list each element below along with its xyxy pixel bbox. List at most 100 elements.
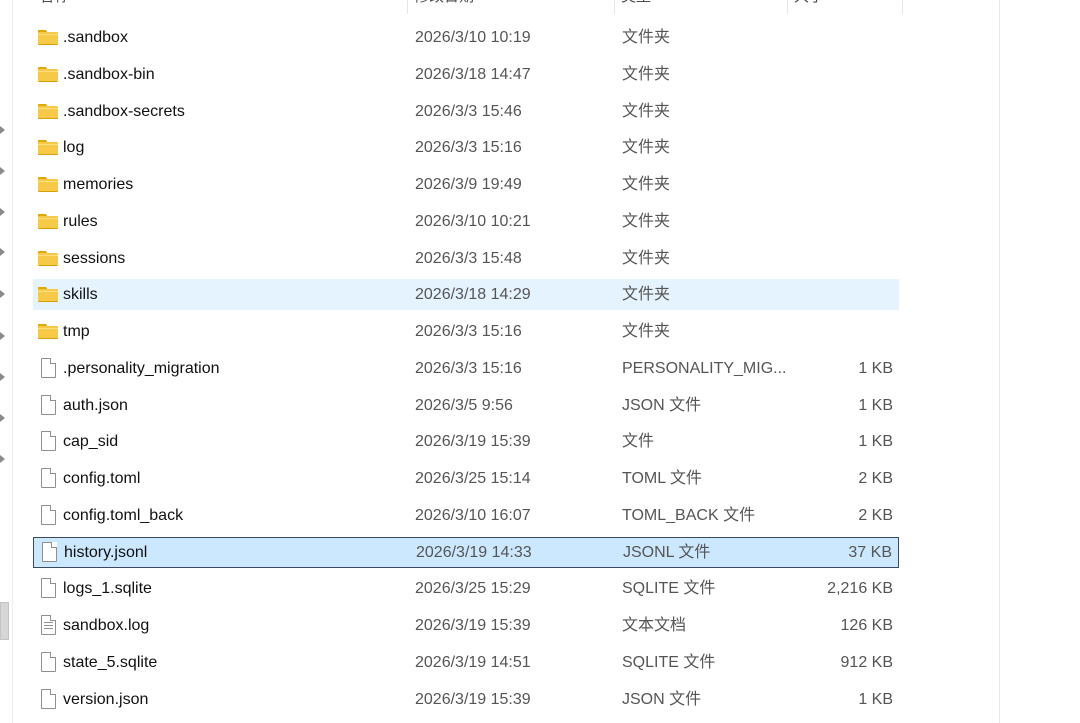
item-name: cap_sid: [63, 433, 119, 450]
item-size: 912 KB: [840, 654, 893, 671]
item-name: state_5.sqlite: [63, 654, 158, 671]
file-row[interactable]: cap_sid 2026/3/19 15:39 文件 1 KB: [33, 426, 899, 457]
file-icon: [38, 684, 60, 715]
item-name: sessions: [63, 250, 126, 267]
file-row[interactable]: state_5.sqlite 2026/3/19 14:51 SQLITE 文件 91…: [33, 647, 899, 678]
chevron-right-icon[interactable]: [0, 208, 5, 216]
folder-row[interactable]: memories 2026/3/9 19:49 文件夹: [33, 169, 899, 200]
folder-icon: [38, 59, 60, 90]
folder-icon: [38, 279, 60, 310]
item-modified-date: 2026/3/3 15:16: [415, 139, 522, 156]
item-modified-date: 2026/3/3 15:16: [415, 360, 522, 377]
file-icon: [38, 463, 60, 494]
item-modified-date: 2026/3/10 10:19: [415, 29, 531, 46]
file-icon: [39, 537, 61, 568]
chevron-right-icon[interactable]: [0, 373, 5, 381]
chevron-right-icon[interactable]: [0, 167, 5, 175]
folder-row[interactable]: tmp 2026/3/3 15:16 文件夹: [33, 316, 899, 347]
folder-icon: [38, 132, 60, 163]
item-type: 文件: [622, 433, 655, 450]
column-divider[interactable]: [902, 0, 903, 14]
item-size: 2 KB: [858, 470, 893, 487]
item-type: SQLITE 文件: [622, 654, 716, 671]
folder-icon: [38, 22, 60, 53]
folder-row[interactable]: .sandbox-bin 2026/3/18 14:47 文件夹: [33, 59, 899, 90]
file-row[interactable]: .personality_migration 2026/3/3 15:16 PERS…: [33, 353, 899, 384]
item-modified-date: 2026/3/19 14:51: [415, 654, 531, 671]
item-size: 1 KB: [858, 397, 893, 414]
item-type: 文件夹: [622, 213, 671, 230]
item-name: .sandbox-bin: [63, 66, 155, 83]
item-modified-date: 2026/3/19 15:39: [415, 617, 531, 634]
item-type: TOML 文件: [622, 470, 703, 487]
folder-icon: [38, 206, 60, 237]
nav-scrollbar-thumb[interactable]: [0, 602, 9, 640]
item-modified-date: 2026/3/5 9:56: [415, 397, 513, 414]
chevron-right-icon[interactable]: [0, 248, 5, 256]
item-name: memories: [63, 176, 134, 193]
file-row[interactable]: version.json 2026/3/19 15:39 JSON 文件 1 KB: [33, 684, 899, 715]
file-icon: [38, 500, 60, 531]
item-name: logs_1.sqlite: [63, 580, 152, 597]
folder-icon: [38, 96, 60, 127]
item-modified-date: 2026/3/18 14:29: [415, 286, 531, 303]
folder-row[interactable]: sessions 2026/3/3 15:48 文件夹: [33, 243, 899, 274]
item-modified-date: 2026/3/3 15:48: [415, 250, 522, 267]
item-modified-date: 2026/3/10 10:21: [415, 213, 531, 230]
item-name: .sandbox: [63, 29, 128, 46]
item-type: 文本文档: [622, 617, 687, 634]
item-name: config.toml_back: [63, 507, 184, 524]
column-size-header[interactable]: 大小: [788, 0, 902, 14]
folder-row[interactable]: rules 2026/3/10 10:21 文件夹: [33, 206, 899, 237]
item-modified-date: 2026/3/3 15:46: [415, 103, 522, 120]
item-type: 文件夹: [622, 66, 671, 83]
folder-icon: [38, 316, 60, 347]
item-name: rules: [63, 213, 98, 230]
folder-row[interactable]: .sandbox 2026/3/10 10:19 文件夹: [33, 22, 899, 53]
column-date-header[interactable]: 修改日期: [408, 0, 614, 14]
item-modified-date: 2026/3/10 16:07: [415, 507, 531, 524]
file-icon: [38, 573, 60, 604]
folder-row[interactable]: log 2026/3/3 15:16 文件夹: [33, 132, 899, 163]
item-name: version.json: [63, 691, 149, 708]
item-size: 1 KB: [858, 360, 893, 377]
item-size: 126 KB: [840, 617, 893, 634]
item-type: PERSONALITY_MIG...: [622, 360, 787, 377]
item-type: 文件夹: [622, 29, 671, 46]
item-type: 文件夹: [622, 139, 671, 156]
item-type: JSON 文件: [622, 691, 702, 708]
item-size: 2,216 KB: [827, 580, 893, 597]
item-size: 2 KB: [858, 507, 893, 524]
chevron-right-icon[interactable]: [0, 455, 5, 463]
file-row[interactable]: sandbox.log 2026/3/19 15:39 文本文档 126 KB: [33, 610, 899, 641]
file-row[interactable]: config.toml_back 2026/3/10 16:07 TOML_BACK…: [33, 500, 899, 531]
chevron-right-icon[interactable]: [0, 126, 5, 134]
column-type-header[interactable]: 类型: [615, 0, 787, 14]
content-divider: [999, 0, 1000, 723]
item-type: 文件夹: [622, 286, 671, 303]
file-row[interactable]: history.jsonl 2026/3/19 14:33 JSONL 文件 37 K…: [33, 537, 899, 568]
file-row[interactable]: auth.json 2026/3/5 9:56 JSON 文件 1 KB: [33, 390, 899, 421]
item-type: JSONL 文件: [623, 544, 711, 561]
item-modified-date: 2026/3/19 15:39: [415, 433, 531, 450]
navigation-pane: [0, 0, 13, 723]
file-row[interactable]: config.toml 2026/3/25 15:14 TOML 文件 2 KB: [33, 463, 899, 494]
item-name: skills: [63, 286, 98, 303]
column-header: 名称 修改日期 类型 大小: [33, 0, 903, 14]
item-type: 文件夹: [622, 176, 671, 193]
item-type: 文件夹: [622, 323, 671, 340]
item-size: 1 KB: [858, 691, 893, 708]
column-name-header[interactable]: 名称: [33, 0, 407, 14]
folder-row[interactable]: skills 2026/3/18 14:29 文件夹: [33, 279, 899, 310]
item-name: config.toml: [63, 470, 141, 487]
item-modified-date: 2026/3/25 15:14: [415, 470, 531, 487]
chevron-right-icon[interactable]: [0, 414, 5, 422]
chevron-right-icon[interactable]: [0, 332, 5, 340]
item-type: SQLITE 文件: [622, 580, 716, 597]
item-modified-date: 2026/3/25 15:29: [415, 580, 531, 597]
folder-icon: [38, 243, 60, 274]
folder-row[interactable]: .sandbox-secrets 2026/3/3 15:46 文件夹: [33, 96, 899, 127]
file-row[interactable]: logs_1.sqlite 2026/3/25 15:29 SQLITE 文件 2,2…: [33, 573, 899, 604]
chevron-right-icon[interactable]: [0, 290, 5, 298]
item-type: JSON 文件: [622, 397, 702, 414]
